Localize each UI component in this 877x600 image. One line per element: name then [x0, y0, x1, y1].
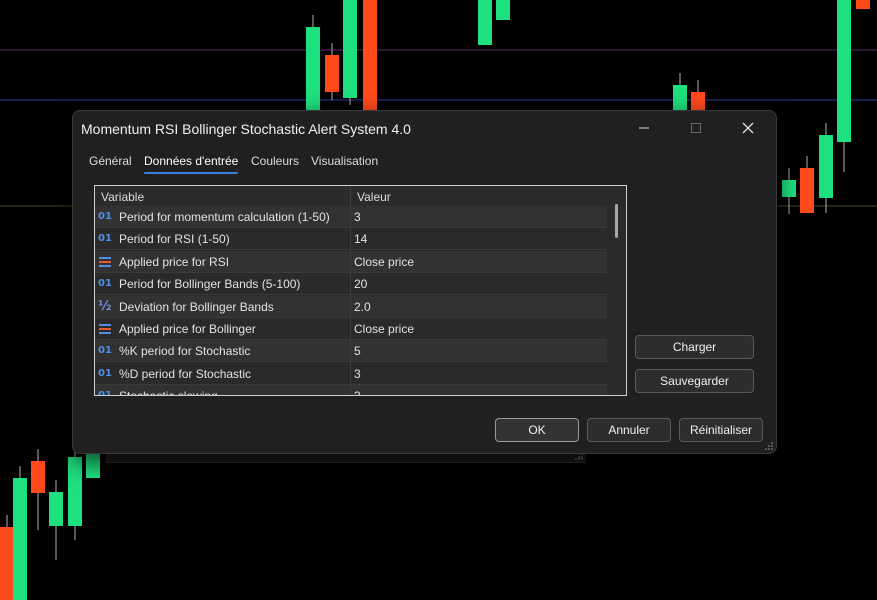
tab-input-data[interactable]: Données d'entrée — [144, 154, 239, 174]
row-value[interactable]: Close price — [354, 255, 414, 269]
candle-body — [13, 478, 27, 600]
tab-visualization[interactable]: Visualisation — [311, 154, 378, 168]
candle-body — [31, 461, 45, 493]
candle-body — [837, 0, 851, 142]
table-row[interactable]: Applied price for Bollinger Close price — [95, 318, 607, 340]
resize-grip-icon[interactable] — [765, 442, 773, 450]
tab-general[interactable]: Général — [89, 154, 132, 168]
save-button[interactable]: Sauvegarder — [635, 369, 754, 393]
enum-list-icon — [98, 323, 114, 336]
row-value[interactable]: 3 — [354, 367, 361, 381]
load-button[interactable]: Charger — [635, 335, 754, 359]
row-variable-name: %D period for Stochastic — [119, 366, 252, 381]
enum-list-icon — [98, 256, 114, 269]
cancel-button[interactable]: Annuler — [587, 418, 671, 442]
row-variable-name: Period for RSI (1-50) — [119, 232, 230, 247]
row-variable-name: Period for Bollinger Bands (5-100) — [119, 277, 301, 292]
tab-label: Couleurs — [251, 154, 300, 168]
candle-body — [0, 527, 14, 600]
integer-icon: 01 — [98, 278, 112, 290]
table-row[interactable]: 01 Period for momentum calculation (1-50)… — [95, 206, 607, 228]
row-variable-name: Applied price for RSI — [119, 254, 230, 269]
column-divider[interactable] — [350, 186, 351, 395]
scrollbar-thumb[interactable] — [615, 204, 618, 238]
tab-colors[interactable]: Couleurs — [251, 154, 299, 168]
candle-body — [673, 85, 687, 112]
integer-icon: 01 — [98, 211, 112, 222]
row-value[interactable]: 5 — [354, 344, 361, 358]
minimize-button[interactable] — [621, 111, 667, 145]
row-variable-name: %K period for Stochastic — [119, 344, 251, 359]
candle-body — [86, 452, 100, 478]
table-row[interactable]: 01 Period for Bollinger Bands (5-100) 20 — [95, 273, 607, 296]
tab-label: Données d'entrée — [144, 154, 239, 168]
grid-header: Variable Valeur — [95, 186, 607, 206]
candle-body — [49, 492, 63, 526]
table-row[interactable]: 01 Stochastic slowing 3 — [95, 385, 607, 396]
candle-body — [306, 27, 320, 110]
candle-body — [691, 92, 705, 112]
integer-icon: 01 — [98, 390, 112, 396]
vertical-scrollbar[interactable] — [607, 186, 626, 395]
row-variable-name: Deviation for Bollinger Bands — [119, 299, 274, 314]
candle-body — [782, 180, 796, 197]
candle-body — [325, 55, 339, 92]
table-row[interactable]: Applied price for RSI Close price — [95, 250, 607, 273]
row-variable-name: Period for momentum calculation (1-50) — [119, 210, 330, 224]
minimize-icon — [639, 127, 649, 129]
candle-body — [363, 0, 377, 110]
integer-icon: 01 — [98, 233, 112, 245]
row-value[interactable]: 3 — [354, 389, 361, 395]
candle-body — [800, 168, 814, 213]
input-parameters-grid: Variable Valeur 01 Period for momentum ca… — [94, 185, 627, 396]
integer-icon: 01 — [98, 367, 112, 379]
row-variable-name: Applied price for Bollinger — [119, 322, 256, 336]
table-row[interactable]: 01 %D period for Stochastic 3 — [95, 362, 607, 385]
row-value[interactable]: 3 — [354, 210, 361, 224]
table-row[interactable]: 01 Period for RSI (1-50) 14 — [95, 228, 607, 251]
integer-icon: 01 — [98, 345, 112, 357]
table-row[interactable]: ½ Deviation for Bollinger Bands 2.0 — [95, 295, 607, 318]
table-row[interactable]: 01 %K period for Stochastic 5 — [95, 340, 607, 363]
candle-body — [478, 0, 492, 45]
candle-body — [68, 457, 82, 526]
dialog-title: Momentum RSI Bollinger Stochastic Alert … — [81, 121, 411, 137]
column-header-variable[interactable]: Variable — [101, 190, 144, 204]
column-header-value[interactable]: Valeur — [357, 190, 391, 204]
fraction-icon: ½ — [98, 298, 112, 314]
row-value[interactable]: Close price — [354, 322, 414, 336]
title-bar[interactable]: Momentum RSI Bollinger Stochastic Alert … — [73, 111, 776, 145]
ok-button[interactable]: OK — [495, 418, 579, 442]
candle-body — [856, 0, 870, 9]
candle-body — [819, 135, 833, 198]
tab-label: Visualisation — [311, 154, 379, 168]
maximize-icon — [691, 123, 701, 133]
indicator-properties-dialog: Momentum RSI Bollinger Stochastic Alert … — [72, 110, 777, 454]
close-icon — [742, 122, 754, 134]
reset-button[interactable]: Réinitialiser — [679, 418, 763, 442]
close-button[interactable] — [725, 111, 771, 145]
maximize-button[interactable] — [673, 111, 719, 145]
active-tab-indicator — [144, 172, 239, 174]
row-value[interactable]: 20 — [354, 277, 367, 291]
tab-label: Général — [89, 154, 132, 168]
row-value[interactable]: 14 — [354, 232, 367, 246]
candle-body — [496, 0, 510, 20]
candle-body — [343, 0, 357, 98]
row-value[interactable]: 2.0 — [354, 300, 371, 314]
row-variable-name: Stochastic slowing — [119, 389, 218, 395]
